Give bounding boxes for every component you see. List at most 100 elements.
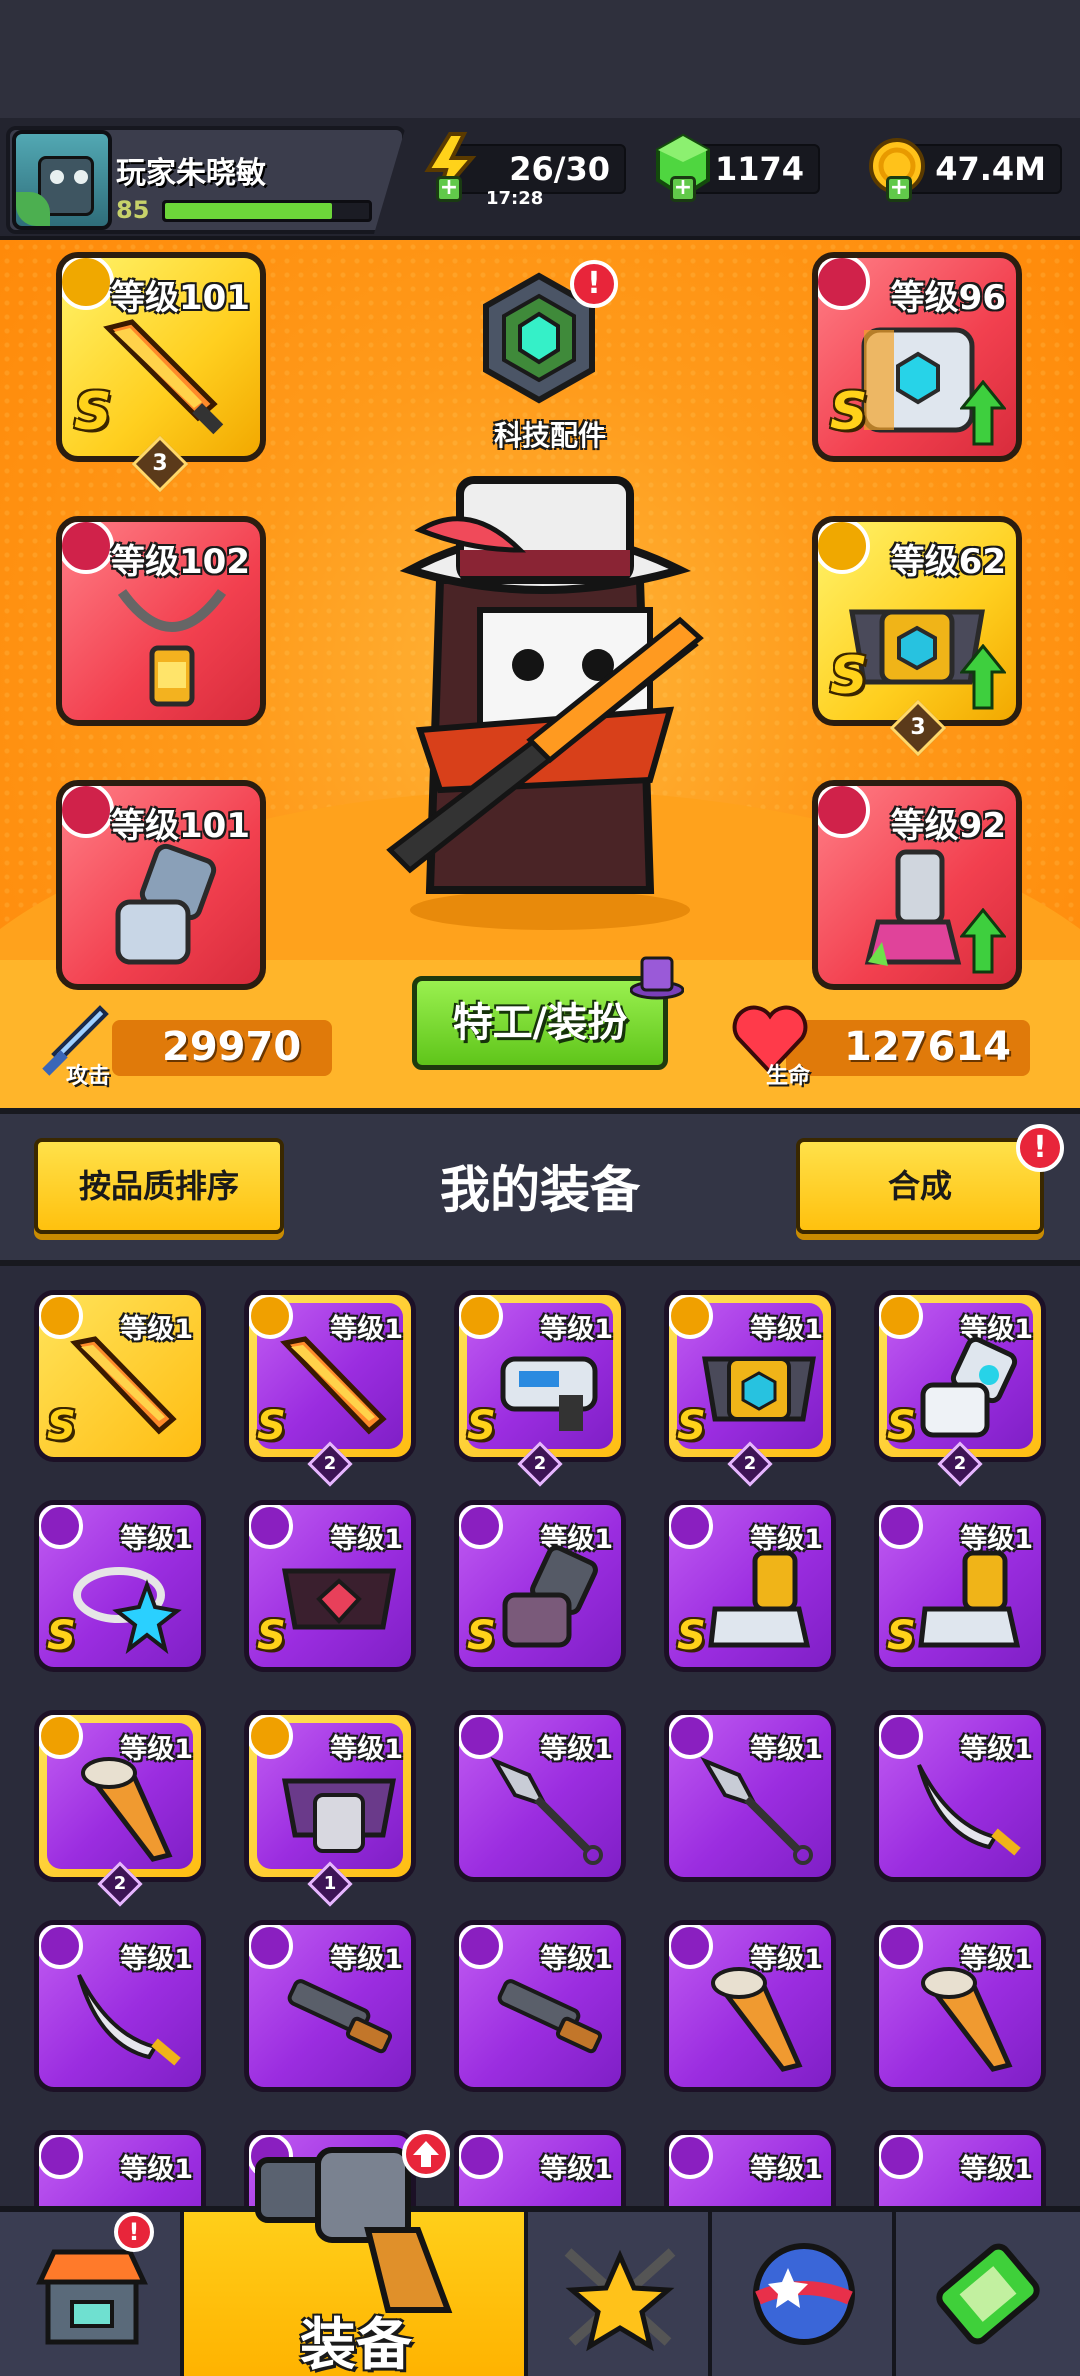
inventory-item-boots[interactable]: 等级1 S	[874, 1500, 1046, 1672]
inventory-item-scimitar[interactable]: 等级1	[874, 1710, 1046, 1882]
weapon-category-icon	[249, 1925, 293, 1969]
inventory-item-kunai[interactable]: 等级1	[454, 1710, 626, 1882]
add-energy-button[interactable]: +	[436, 176, 462, 202]
armor-category-icon	[818, 258, 870, 310]
weapon-category-icon	[39, 2135, 83, 2179]
slot-level: 等级62	[890, 542, 1006, 582]
nav-equipment-label: 装备	[300, 2313, 412, 2376]
grade-badge: S	[257, 1613, 286, 1659]
weapon-category-icon	[669, 2135, 713, 2179]
belt-category-icon	[249, 1505, 293, 1549]
hp-label: 生命	[766, 1064, 811, 1089]
inventory-item-spear[interactable]: 等级1	[874, 1920, 1046, 2092]
weapon-category-icon	[39, 1715, 83, 1759]
gloves-category-icon	[459, 1505, 503, 1549]
nav-skills-tab[interactable]	[528, 2212, 712, 2376]
hero-character[interactable]	[350, 460, 740, 930]
inventory-item-belt[interactable]: 等级1 S	[664, 1290, 836, 1462]
nav-events-tab[interactable]	[896, 2212, 1080, 2376]
inventory-item-necklace[interactable]: 等级1 S	[34, 1500, 206, 1672]
weapon-category-icon	[459, 1295, 503, 1339]
shotgun-icon	[497, 1979, 603, 2054]
inventory-item-gauntlet[interactable]: 等级1 S	[874, 1290, 1046, 1462]
equipped-belt-slot[interactable]: 等级62 S	[812, 516, 1022, 726]
nav-shop-tab[interactable]	[0, 2212, 184, 2376]
energy-value: 26/30	[509, 150, 610, 188]
gem-value: 1174	[714, 150, 804, 188]
inventory-item-gauntlet[interactable]: 等级1 S	[454, 1500, 626, 1672]
dark-belt-icon	[282, 1568, 396, 1630]
merge-alert-badge: !	[1016, 1124, 1064, 1172]
equipped-armor-slot[interactable]: 等级96 S	[812, 252, 1022, 462]
grade-badge: S	[47, 1403, 76, 1449]
shop-alert-badge: !	[114, 2212, 154, 2252]
upgrade-arrow-icon	[960, 380, 1006, 446]
slot-level: 等级101	[111, 806, 250, 846]
dark-gauntlet-icon	[502, 1545, 598, 1648]
item-level: 等级1	[540, 2154, 613, 2185]
weapon-category-icon	[39, 1295, 83, 1339]
weapon-category-icon	[669, 1715, 713, 1759]
cone-weapon-icon	[81, 1757, 173, 1862]
slot-level: 等级101	[111, 278, 250, 318]
inventory-item-shotgun[interactable]: 等级1	[454, 1920, 626, 2092]
inventory-item-sword[interactable]: 等级1 S	[244, 1290, 416, 1462]
inventory-item-boots[interactable]: 等级1 S	[664, 1500, 836, 1672]
weapon-category-icon	[879, 1925, 923, 1969]
blaster-icon	[500, 1356, 598, 1431]
inventory-item-spear[interactable]: 等级1	[664, 1920, 836, 2092]
upgrade-arrow-icon	[960, 644, 1006, 710]
add-gems-button[interactable]: +	[670, 176, 696, 202]
grade-badge: S	[887, 1403, 916, 1449]
item-level: 等级1	[750, 2154, 823, 2185]
equipped-necklace-slot[interactable]: 等级102	[56, 516, 266, 726]
status-bar	[0, 0, 1080, 118]
boots-category-icon	[818, 786, 870, 838]
inventory-item-blaster[interactable]: 等级1 S	[454, 1290, 626, 1462]
star-necklace-icon	[73, 1567, 182, 1655]
inventory-item-sword[interactable]: 等级1 S	[34, 1290, 206, 1462]
nav-pets-tab[interactable]	[712, 2212, 896, 2376]
sort-by-quality-button[interactable]: 按品质排序	[34, 1138, 284, 1234]
gold-value: 47.4M	[935, 150, 1046, 188]
inventory-item-spear[interactable]: 等级1	[34, 1710, 206, 1882]
inventory-item-belt[interactable]: 等级1	[244, 1710, 416, 1882]
inventory-item-kunai[interactable]: 等级1	[664, 1710, 836, 1882]
tech-accessory-label: 科技配件	[493, 419, 606, 452]
grade-badge: S	[830, 646, 868, 706]
boots-icon	[918, 1550, 1021, 1648]
grade-badge: S	[887, 1613, 916, 1659]
xp-bar	[162, 200, 372, 222]
equipped-gloves-slot[interactable]: 等级101	[56, 780, 266, 990]
necklace-category-icon	[39, 1505, 83, 1549]
upgrade-arrow-badge	[402, 2130, 450, 2178]
inventory-item-belt[interactable]: 等级1 S	[244, 1500, 416, 1672]
attack-label: 攻击	[66, 1064, 111, 1089]
equipped-weapon-slot[interactable]: 等级101 S	[56, 252, 266, 462]
weapon-category-icon	[62, 258, 114, 310]
shop-icon	[36, 2249, 148, 2345]
inventory-item-shotgun[interactable]: 等级1	[244, 1920, 416, 2092]
my-equipment-title: 我的装备	[440, 1161, 640, 1219]
player-level: 85	[116, 196, 150, 224]
kunai-icon	[700, 1756, 813, 1865]
slot-level: 等级102	[111, 542, 250, 582]
weapon-category-icon	[879, 1715, 923, 1759]
boots-icon	[708, 1550, 811, 1648]
inventory-item-scimitar[interactable]: 等级1	[34, 1920, 206, 2092]
gloves-category-icon	[879, 1295, 923, 1339]
avatar-eye	[50, 170, 64, 184]
shotgun-icon	[287, 1979, 393, 2054]
belt-icon	[281, 1778, 397, 1853]
grade-badge: S	[677, 1403, 706, 1449]
add-gold-button[interactable]: +	[886, 176, 912, 202]
slot-level: 等级96	[890, 278, 1006, 318]
upgrade-arrow-icon	[960, 908, 1006, 974]
merge-button[interactable]: 合成	[796, 1138, 1044, 1234]
star-swords-icon	[564, 2248, 676, 2352]
weapon-category-icon	[459, 1925, 503, 1969]
weapon-category-icon	[249, 1295, 293, 1339]
belt-category-icon	[669, 1295, 713, 1339]
equipped-boots-slot[interactable]: 等级92	[812, 780, 1022, 990]
player-avatar[interactable]	[12, 130, 112, 230]
